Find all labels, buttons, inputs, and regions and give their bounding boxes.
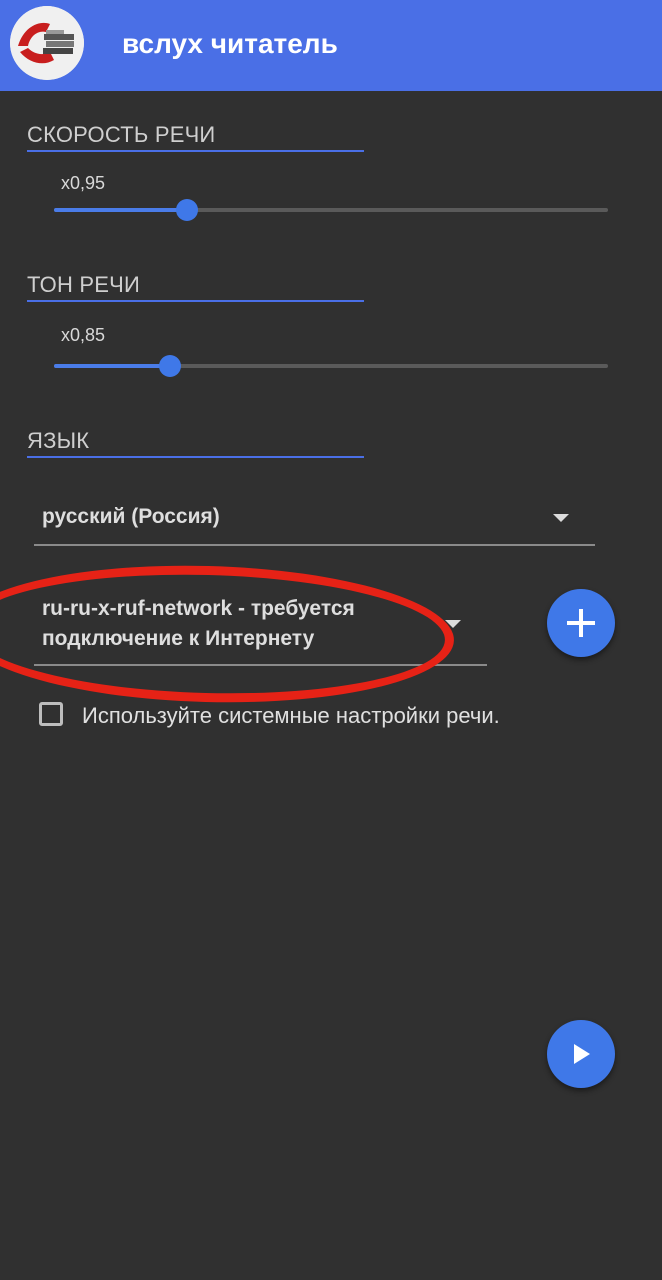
slider-thumb[interactable] [159,355,182,377]
slider-fill [54,364,171,368]
voice-selected-line2: подключение к Интернету [42,627,315,650]
play-icon [574,1044,590,1064]
system-settings-checkbox[interactable] [39,702,63,726]
pitch-slider[interactable] [54,354,608,378]
play-button[interactable] [547,1020,615,1088]
app-bar: вслух читатель [0,0,662,91]
voice-selected-line1: ru-ru-x-ruf-network - требуется [42,597,355,620]
language-dropdown[interactable]: русский (Россия) [34,494,595,546]
voice-dropdown[interactable]: ru-ru-x-ruf-network - требуется подключе… [34,590,487,666]
caret-down-icon [553,514,569,522]
pitch-title: ТОН РЕЧИ [27,272,364,302]
reader-logo-icon [10,6,84,80]
speech-rate-value: x0,95 [61,173,106,193]
language-selected-value: русский (Россия) [42,505,220,528]
pitch-value: x0,85 [61,325,106,345]
system-settings-label[interactable]: Используйте системные настройки речи. [82,703,500,729]
slider-thumb[interactable] [175,199,198,221]
language-title: ЯЗЫК [27,428,364,458]
caret-down-icon [445,620,461,628]
speech-rate-title: СКОРОСТЬ РЕЧИ [27,122,364,152]
speech-rate-slider[interactable] [54,198,608,222]
add-voice-button[interactable] [547,589,615,657]
plus-icon [567,609,595,637]
app-title: вслух читатель [122,28,338,59]
slider-fill [54,208,187,212]
